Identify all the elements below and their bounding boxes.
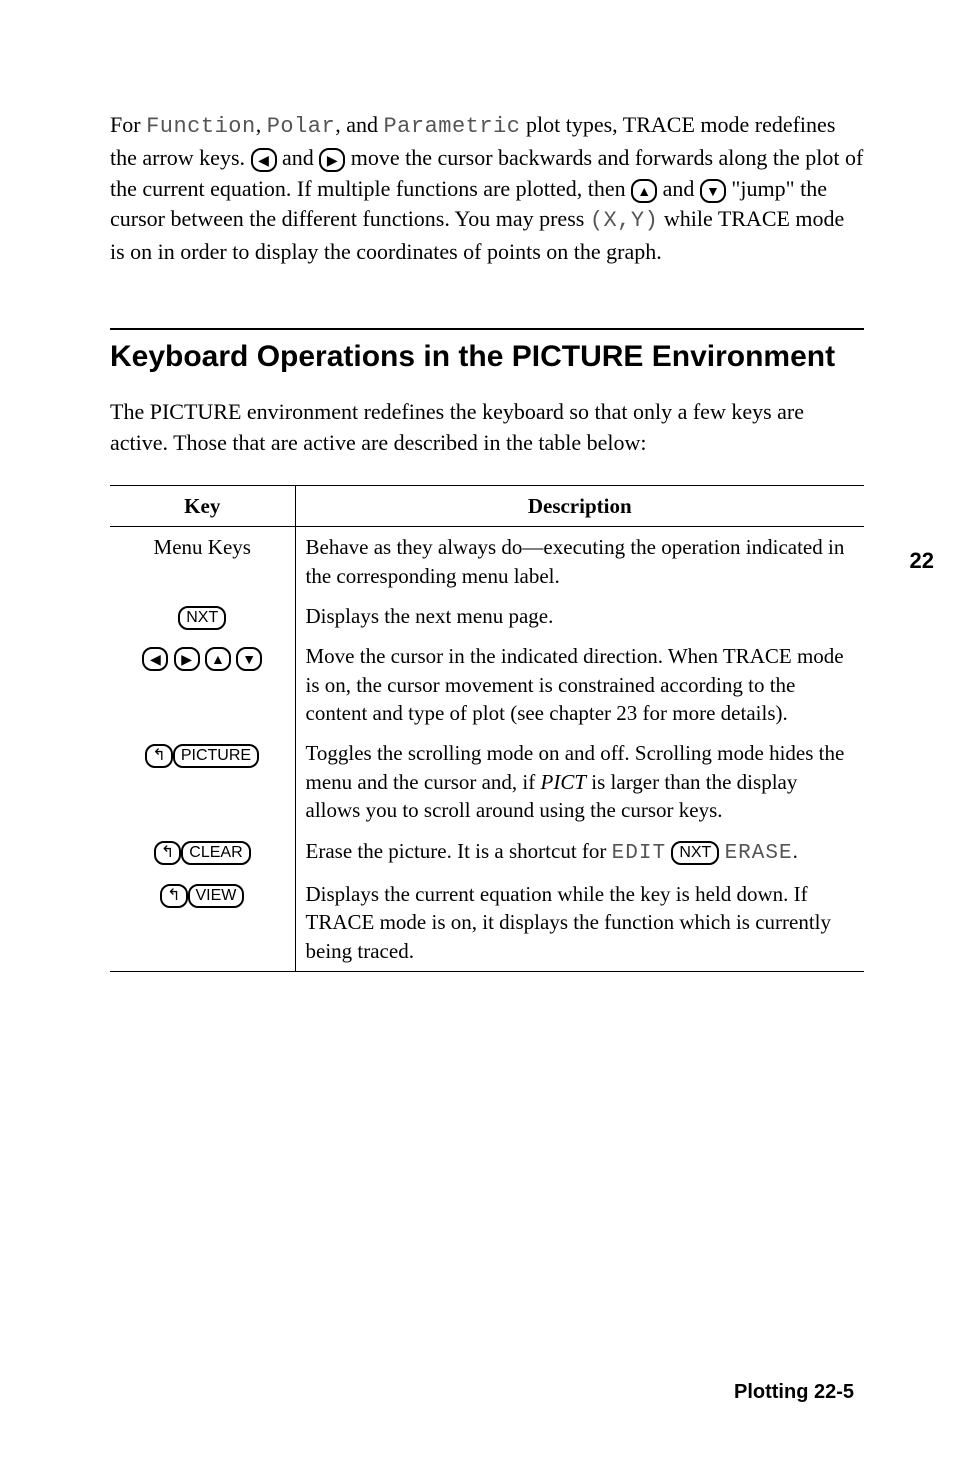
table-row: ↰PICTURE Toggles the scrolling mode on a… bbox=[110, 733, 864, 830]
desc-cell: Erase the picture. It is a shortcut for … bbox=[295, 831, 864, 874]
table-row: Menu Keys Behave as they always do—execu… bbox=[110, 527, 864, 596]
table-row: NXT Displays the next menu page. bbox=[110, 596, 864, 636]
left-arrow-key-icon: ◀ bbox=[142, 647, 168, 671]
section-title: Keyboard Operations in the PICTURE Envir… bbox=[110, 338, 864, 376]
view-key-icon: VIEW bbox=[188, 884, 245, 908]
nxt-key-icon: NXT bbox=[671, 841, 719, 865]
nxt-key-icon: NXT bbox=[178, 606, 226, 630]
erase-softkey: ERASE bbox=[725, 842, 793, 865]
chapter-tab: 22 bbox=[910, 548, 934, 574]
intro-sep2: , and bbox=[335, 112, 383, 137]
picture-key-icon: PICTURE bbox=[173, 744, 259, 768]
up-arrow-key-icon: ▲ bbox=[631, 179, 657, 203]
desc-text: Erase the picture. It is a shortcut for bbox=[306, 839, 612, 863]
intro-text: For bbox=[110, 112, 146, 137]
desc-cell: Move the cursor in the indicated directi… bbox=[295, 636, 864, 733]
section-divider bbox=[110, 328, 864, 330]
mono-polar: Polar bbox=[267, 114, 336, 139]
key-cell: Menu Keys bbox=[110, 527, 295, 596]
mono-function: Function bbox=[146, 114, 256, 139]
desc-cell: Displays the current equation while the … bbox=[295, 874, 864, 972]
key-cell: NXT bbox=[110, 596, 295, 636]
desc-cell: Toggles the scrolling mode on and off. S… bbox=[295, 733, 864, 830]
desc-text-2: . bbox=[793, 839, 798, 863]
clear-key-icon: CLEAR bbox=[181, 841, 250, 865]
key-cell: ↰PICTURE bbox=[110, 733, 295, 830]
intro-paragraph: For Function, Polar, and Parametric plot… bbox=[110, 110, 864, 268]
shift-key-icon: ↰ bbox=[145, 744, 172, 768]
right-arrow-key-icon: ▶ bbox=[174, 647, 200, 671]
intro-sep1: , bbox=[256, 112, 267, 137]
page-footer: Plotting 22-5 bbox=[734, 1381, 854, 1404]
key-cell: ◀ ▶ ▲ ▼ bbox=[110, 636, 295, 733]
table-row: ◀ ▶ ▲ ▼ Move the cursor in the indicated… bbox=[110, 636, 864, 733]
table-row: ↰CLEAR Erase the picture. It is a shortc… bbox=[110, 831, 864, 874]
up-arrow-key-icon: ▲ bbox=[205, 647, 231, 671]
key-cell: ↰CLEAR bbox=[110, 831, 295, 874]
shift-key-icon: ↰ bbox=[154, 841, 181, 865]
down-arrow-key-icon: ▼ bbox=[700, 179, 726, 203]
right-arrow-key-icon: ▶ bbox=[319, 148, 345, 172]
xy-softkey: (X,Y) bbox=[590, 208, 659, 233]
intro-text-3: and bbox=[277, 145, 320, 170]
left-arrow-key-icon: ◀ bbox=[251, 148, 277, 172]
mono-parametric: Parametric bbox=[383, 114, 520, 139]
th-description: Description bbox=[295, 486, 864, 527]
section-body: The PICTURE environment redefines the ke… bbox=[110, 397, 864, 459]
down-arrow-key-icon: ▼ bbox=[236, 647, 262, 671]
pict-italic: PICT bbox=[541, 770, 587, 794]
th-key: Key bbox=[110, 486, 295, 527]
table-row: ↰VIEW Displays the current equation whil… bbox=[110, 874, 864, 972]
edit-softkey: EDIT bbox=[612, 842, 666, 865]
desc-cell: Displays the next menu page. bbox=[295, 596, 864, 636]
shift-key-icon: ↰ bbox=[160, 884, 187, 908]
intro-text-5: and bbox=[657, 176, 700, 201]
key-cell: ↰VIEW bbox=[110, 874, 295, 972]
desc-cell: Behave as they always do—executing the o… bbox=[295, 527, 864, 596]
keyboard-table: Key Description Menu Keys Behave as they… bbox=[110, 485, 864, 972]
